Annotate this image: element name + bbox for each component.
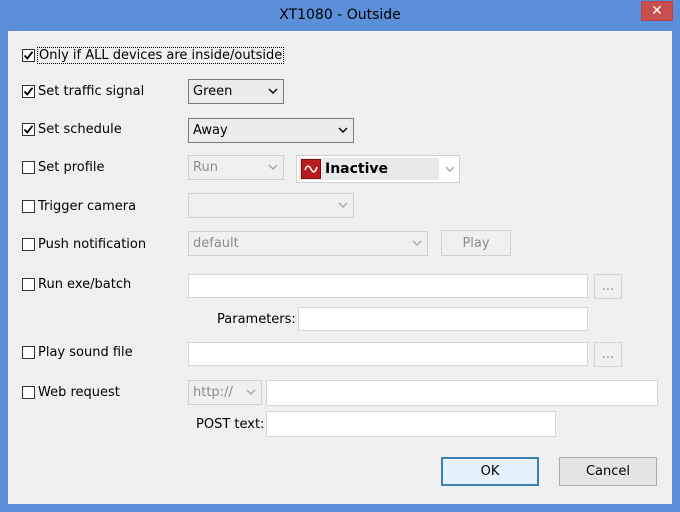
web-request-label: Web request	[38, 385, 120, 400]
profile-mode-value: Run	[193, 160, 218, 175]
sound-checkbox[interactable]	[22, 346, 35, 359]
schedule-checkbox[interactable]	[22, 123, 35, 136]
all-devices-checkbox[interactable]	[22, 49, 35, 62]
chevron-down-icon	[412, 240, 422, 246]
web-request-checkbox[interactable]	[22, 386, 35, 399]
checkmark-icon	[23, 87, 34, 96]
sound-browse-button[interactable]: ...	[594, 342, 622, 367]
profile-select[interactable]: Inactive	[296, 155, 460, 183]
schedule-select[interactable]: Away	[188, 118, 354, 143]
traffic-signal-select[interactable]: Green	[188, 79, 284, 104]
push-checkbox[interactable]	[22, 238, 35, 251]
profile-checkbox[interactable]	[22, 161, 35, 174]
cancel-button-label: Cancel	[585, 464, 631, 479]
schedule-value: Away	[193, 123, 228, 138]
chevron-down-icon	[246, 389, 256, 395]
push-sound-select[interactable]: default	[188, 231, 428, 256]
url-input[interactable]	[266, 380, 658, 406]
chevron-down-icon	[445, 166, 455, 172]
camera-checkbox[interactable]	[22, 200, 35, 213]
parameters-input[interactable]	[298, 307, 588, 331]
profile-label: Set profile	[38, 160, 105, 175]
cancel-button[interactable]: Cancel	[559, 457, 657, 486]
traffic-signal-value: Green	[193, 84, 233, 99]
profile-mode-select[interactable]: Run	[188, 155, 284, 180]
post-text-label: POST text:	[196, 417, 265, 432]
close-button[interactable]: ✕	[641, 1, 673, 21]
chevron-down-icon	[338, 202, 348, 208]
exe-browse-label: ...	[601, 279, 615, 294]
post-text-input[interactable]	[266, 411, 556, 437]
schedule-label: Set schedule	[38, 122, 122, 137]
sound-browse-label: ...	[601, 347, 615, 362]
traffic-signal-checkbox[interactable]	[22, 85, 35, 98]
exe-checkbox[interactable]	[22, 278, 35, 291]
camera-select[interactable]	[188, 193, 354, 218]
ok-button-label: OK	[480, 464, 500, 479]
dialog-body: Only if ALL devices are inside/outside S…	[8, 31, 672, 504]
close-icon: ✕	[651, 3, 663, 19]
profile-selected-item: Inactive	[299, 158, 439, 180]
checkmark-icon	[23, 51, 34, 60]
sound-label: Play sound file	[38, 345, 133, 360]
checkmark-icon	[23, 125, 34, 134]
play-button[interactable]: Play	[441, 230, 511, 256]
exe-browse-button[interactable]: ...	[594, 274, 622, 299]
play-button-label: Play	[462, 235, 490, 251]
all-devices-label: Only if ALL devices are inside/outside	[37, 47, 285, 64]
chevron-down-icon	[338, 127, 348, 133]
chevron-down-icon	[268, 88, 278, 94]
title-bar[interactable]: XT1080 - Outside ✕	[0, 0, 680, 32]
traffic-signal-label: Set traffic signal	[38, 84, 145, 99]
ok-button[interactable]: OK	[441, 457, 539, 486]
parameters-label: Parameters:	[217, 312, 296, 327]
push-sound-value: default	[193, 236, 239, 251]
profile-value: Inactive	[325, 161, 389, 177]
window-title: XT1080 - Outside	[279, 7, 401, 23]
camera-label: Trigger camera	[38, 199, 137, 214]
dialog-window: XT1080 - Outside ✕ Only if ALL devices a…	[0, 0, 680, 512]
exe-label: Run exe/batch	[38, 277, 132, 292]
chevron-down-icon	[268, 164, 278, 170]
profile-icon	[301, 159, 321, 179]
exe-path-input[interactable]	[188, 274, 588, 298]
scheme-value: http://	[193, 385, 233, 400]
sound-path-input[interactable]	[188, 342, 588, 366]
push-label: Push notification	[38, 237, 147, 252]
scheme-select[interactable]: http://	[188, 380, 262, 405]
